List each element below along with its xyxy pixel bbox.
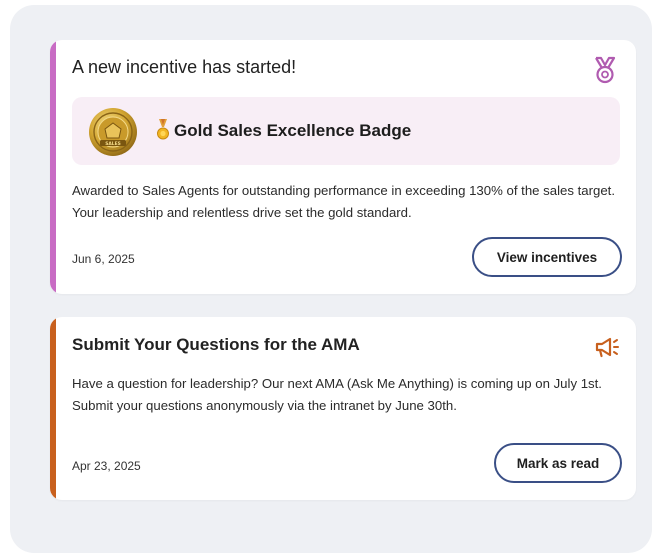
notification-card-incentive: A new incentive has started! SALES Gold … [50,40,636,294]
medal-ribbon-icon [595,56,616,84]
badge-highlight: SALES Gold Sales Excellence Badge [72,97,620,165]
view-incentives-button[interactable]: View incentives [472,237,622,277]
card-accent-bar [50,317,56,500]
notification-body: Awarded to Sales Agents for outstanding … [72,183,615,220]
mark-as-read-button[interactable]: Mark as read [494,443,622,483]
card-accent-bar [50,40,56,294]
gold-medal-icon [157,119,169,140]
badge-name: Gold Sales Excellence Badge [174,121,412,140]
notification-card-ama: Submit Your Questions for the AMA Have a… [50,317,636,500]
notification-title: Submit Your Questions for the AMA [72,335,360,354]
notification-date: Jun 6, 2025 [72,252,135,266]
notification-title: A new incentive has started! [72,57,297,77]
notification-body: Have a question for leadership? Our next… [72,376,602,413]
gold-medal-image: SALES [89,108,137,156]
megaphone-icon [595,337,619,358]
notifications-panel: A new incentive has started! SALES Gold … [10,5,652,553]
notification-date: Apr 23, 2025 [72,459,141,473]
svg-text:SALES: SALES [105,141,121,147]
